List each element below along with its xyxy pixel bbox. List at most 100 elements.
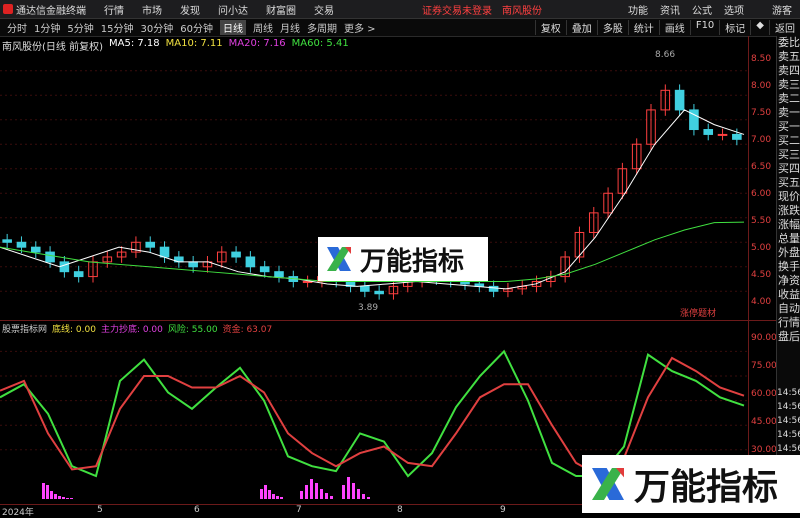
menu-formula[interactable]: 公式 [692,2,712,17]
side-item[interactable]: 涨幅 [777,218,800,232]
indicator-legend: 股票指标网 底线: 0.00 主力抄底: 0.00 风险: 55.00 资金: … [2,322,277,335]
side-time: 14:56 [777,388,800,398]
signal-bar [260,489,263,499]
side-item[interactable]: 卖二 [777,92,800,106]
period-weekly[interactable]: 周线 [253,20,273,35]
candle [231,251,241,258]
signal-bar [264,485,267,499]
side-item[interactable]: 委比 [777,36,800,50]
menu-discover[interactable]: 发现 [180,2,200,17]
signal-bar [357,489,360,499]
side-item[interactable]: 买四 [777,162,800,176]
period-1min[interactable]: 1分钟 [34,20,60,35]
toolbar-right-group: 复权 叠加 多股 统计 画线 F10 标记 ◆ 返回 [534,20,800,35]
side-item[interactable]: 收益 [777,288,800,302]
candle [16,241,27,248]
period-60min[interactable]: 60分钟 [180,20,213,35]
multi-stock-button[interactable]: 多股 [596,20,628,35]
period-toolbar: 分时 1分钟 5分钟 15分钟 30分钟 60分钟 日线 周线 月线 多周期 更… [0,19,800,37]
price-tick: 4.50 [751,270,772,280]
side-item[interactable]: 换手 [777,260,800,274]
period-15min[interactable]: 15分钟 [101,20,134,35]
candle [374,290,384,295]
login-notice[interactable]: 证券交易未登录 [422,2,492,17]
period-monthly[interactable]: 月线 [280,20,300,35]
signal-bar [54,494,57,499]
signal-bar [280,497,283,499]
side-item[interactable]: 现价 [777,190,800,204]
side-item[interactable]: 买一 [777,120,800,134]
candle [703,129,714,135]
time-label: 2024年 [2,508,34,518]
candle [45,251,55,263]
indicator-tick: 60.00 [751,389,777,399]
diamond-icon[interactable]: ◆ [750,20,769,35]
signal-bar [46,485,49,499]
indicator-tick: 90.00 [751,333,777,343]
side-item[interactable]: 卖三 [777,78,800,92]
menu-news[interactable]: 资讯 [660,2,680,17]
menu-options[interactable]: 选项 [724,2,744,17]
watermark-logo-icon [592,468,624,500]
candle [360,285,370,292]
candle [30,246,41,253]
side-item[interactable]: 总量 [777,232,800,246]
indicator-tick: 75.00 [751,361,777,371]
menu-right-group: 功能 资讯 公式 选项 [616,2,744,17]
menu-quotes[interactable]: 行情 [104,2,124,17]
period-more[interactable]: 更多 > [344,20,376,35]
signal-bar [305,485,308,499]
side-item[interactable]: 买二 [777,134,800,148]
side-item[interactable]: 行情 [777,316,800,330]
signal-bar [320,489,323,499]
f10-button[interactable]: F10 [689,20,719,35]
period-5min[interactable]: 5分钟 [67,20,93,35]
price-tick: 6.00 [751,189,772,199]
candle [73,271,84,278]
side-item[interactable]: 涨跌 [777,204,800,218]
period-multi[interactable]: 多周期 [307,20,337,35]
mark-button[interactable]: 标记 [719,20,750,35]
price-tick: 6.50 [751,162,772,172]
back-button[interactable]: 返回 [769,20,800,35]
draw-line-button[interactable]: 画线 [658,20,690,35]
menu-trade[interactable]: 交易 [314,2,334,17]
time-label: 6 [194,505,200,515]
watermark-text: 万能指标 [360,246,465,277]
ma-legend: 南风股份(日线 前复权) MA5: 7.18 MA10: 7.11 MA20: … [2,38,355,53]
stats-button[interactable]: 统计 [627,20,659,35]
side-item[interactable]: 净资 [777,274,800,288]
side-item[interactable]: 盘后 [777,330,800,344]
side-item[interactable]: 卖五 [777,50,800,64]
period-daily[interactable]: 日线 [219,20,246,35]
watermark-text: 万能指标 [634,467,779,508]
app-title: 通达信金融终端 [16,5,86,17]
menu-wealth[interactable]: 财富圈 [266,2,296,17]
limit-up-tag[interactable]: 涨停题材 [680,306,716,319]
app-logo-icon [3,4,13,14]
signal-bar [268,490,271,499]
indicator-tick: 45.00 [751,417,777,427]
signal-bar [310,479,313,499]
signal-bar [66,498,69,499]
period-30min[interactable]: 30分钟 [140,20,173,35]
side-item[interactable]: 卖四 [777,64,800,78]
period-intraday[interactable]: 分时 [7,20,27,35]
side-item[interactable]: 卖一 [777,106,800,120]
overlay-button[interactable]: 叠加 [565,20,597,35]
menu-ask[interactable]: 问小达 [218,2,248,17]
candle [2,239,12,243]
ma60-label: MA60: 5.41 [291,38,349,49]
menu-market[interactable]: 市场 [142,2,162,17]
adjust-button[interactable]: 复权 [534,20,566,35]
side-item[interactable]: 外盘 [777,246,800,260]
menu-function[interactable]: 功能 [628,2,648,17]
side-item[interactable]: 买三 [777,148,800,162]
app-window: 通达信金融终端 行情 市场 发现 问小达 财富圈 交易 证券交易未登录 南风股份… [0,0,800,518]
side-item[interactable]: 买五 [777,176,800,190]
guest-user[interactable]: 游客 [772,2,792,17]
price-tick: 8.00 [751,81,772,91]
candle [245,256,256,268]
side-item[interactable]: 自动 [777,302,800,316]
time-label: 9 [500,505,506,515]
